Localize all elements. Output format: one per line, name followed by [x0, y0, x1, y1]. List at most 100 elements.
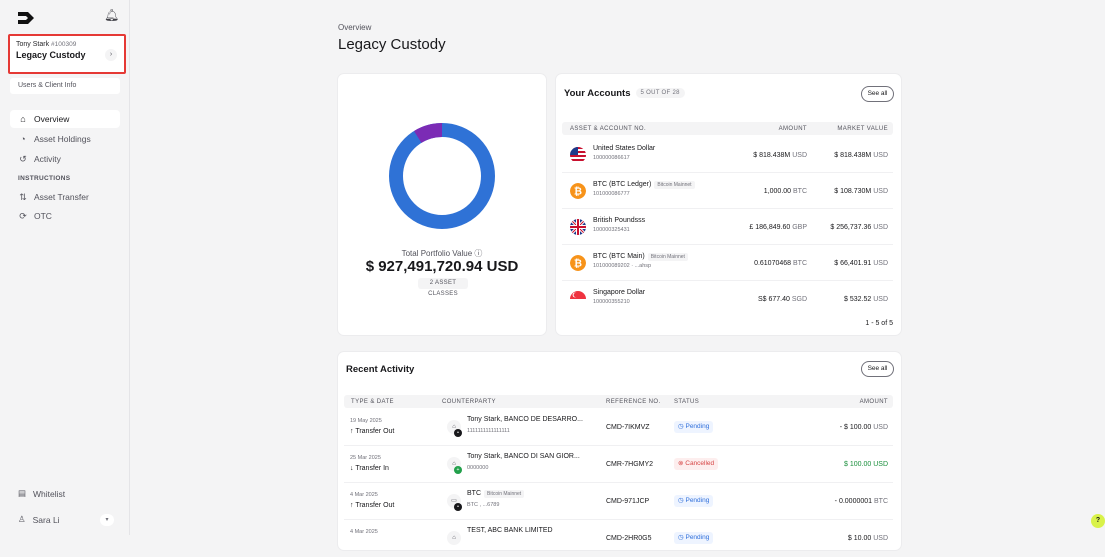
sidebar-item-label: Activity: [34, 154, 61, 164]
activity-date: 4 Mar 2025: [350, 529, 378, 535]
activity-row[interactable]: 4 Mar 2025 ↑ Transfer Out ▭ • BTC Bitcoin…: [344, 483, 893, 520]
activity-type: ↓ Transfer In: [350, 465, 389, 472]
counterparty-account: 1111111111111111: [467, 428, 510, 434]
us-flag-icon: [570, 147, 586, 163]
accounts-card: Your Accounts 5 OUT OF 28 See all ASSET &…: [555, 73, 902, 336]
account-row[interactable]: Singapore Dollar 100000355210 S$ 677.40 …: [562, 281, 893, 317]
sidebar: 🔔︎ Tony Stark #100309 Legacy Custody › U…: [0, 0, 130, 535]
chevron-right-icon[interactable]: ›: [105, 49, 117, 61]
status-badge: ◷ Pending: [674, 495, 714, 507]
sidebar-item-activity[interactable]: ↺ Activity: [10, 150, 120, 168]
counterparty-name: TEST, ABC BANK LIMITED: [467, 527, 553, 534]
col-amount: AMOUNT: [778, 126, 807, 132]
user-name: Sara Li: [32, 514, 60, 525]
status-dot-icon: •: [454, 503, 462, 511]
status-dot-icon: +: [454, 466, 462, 474]
status-dot-icon: •: [454, 429, 462, 437]
status-badge: ⊗ Cancelled: [674, 458, 719, 470]
client-switcher[interactable]: Tony Stark #100309 Legacy Custody ›: [8, 34, 126, 74]
network-badge: Bitcoin Mainnet: [647, 253, 688, 261]
activity-amount: $ 100.00 USD: [844, 461, 888, 468]
donut-segment-primary: [389, 123, 495, 229]
pie-icon: ◔: [20, 134, 26, 144]
activity-date: 4 Mar 2025: [350, 492, 378, 498]
logo-icon[interactable]: [16, 10, 36, 26]
col-amount: AMOUNT: [859, 399, 888, 405]
account-row[interactable]: United States Dollar 100000086617 $ 818.…: [562, 137, 893, 173]
portfolio-card: Total Portfolio Value ⓘ $ 927,491,720.94…: [337, 73, 547, 336]
account-market-value: $ 256,737.36 USD: [830, 224, 888, 231]
client-name: Tony Stark: [16, 41, 50, 48]
help-icon[interactable]: ?: [1091, 514, 1105, 528]
account-market-value: $ 532.52 USD: [844, 296, 888, 303]
reference-no: CMD-971JCP: [606, 498, 650, 505]
account-name: BTC (BTC Ledger) Bitcoin Mainnet: [593, 181, 695, 189]
account-number: 100000325431: [593, 227, 630, 233]
counterparty-name: BTC Bitcoin Mainnet: [467, 490, 525, 498]
account-amount: $ 818.438M USD: [753, 152, 807, 159]
account-amount: 0.61070468 BTC: [754, 260, 807, 267]
counterparty-account: 0000000: [467, 465, 489, 471]
user-menu[interactable]: ♙ Sara Li ▾: [10, 512, 120, 527]
reference-no: CMD-7IKMVZ: [606, 424, 650, 431]
activity-row[interactable]: 19 May 2025 ↑ Transfer Out ⌂ • Tony Star…: [344, 409, 893, 446]
recent-activity-card: Recent Activity See all TYPE & DATE COUN…: [337, 351, 902, 551]
bell-icon[interactable]: 🔔︎: [104, 8, 119, 22]
activity-row[interactable]: 4 Mar 2025 ⌂ TEST, ABC BANK LIMITED CMD-…: [344, 520, 893, 557]
account-market-value: $ 66,401.91 USD: [834, 260, 888, 267]
activity-see-all-button[interactable]: See all: [861, 361, 894, 377]
account-row[interactable]: ₿ BTC (BTC Main) Bitcoin Mainnet 10100008…: [562, 245, 893, 281]
client-id: #100309: [51, 41, 77, 48]
account-amount: S$ 677.40 SGD: [757, 296, 807, 303]
col-asset: ASSET & ACCOUNT NO.: [570, 126, 647, 132]
user-icon: ♙: [18, 514, 26, 524]
recent-activity-title: Recent Activity: [346, 364, 415, 375]
svg-text:₿: ₿: [574, 258, 582, 270]
sidebar-item-asset-holdings[interactable]: ◔ Asset Holdings: [10, 130, 120, 148]
account-name: Singapore Dollar: [593, 289, 646, 296]
transfer-icon: ⇅: [19, 191, 27, 202]
account-amount: 1,000.00 BTC: [763, 188, 807, 195]
sidebar-item-otc[interactable]: ⟳ OTC: [10, 207, 120, 225]
account-market-value: $ 818.438M USD: [834, 152, 888, 159]
account-row[interactable]: ₿ BTC (BTC Ledger) Bitcoin Mainnet 101000…: [562, 173, 893, 209]
sidebar-item-asset-transfer[interactable]: ⇅ Asset Transfer: [10, 188, 120, 206]
col-type-date: TYPE & DATE: [351, 399, 394, 405]
breadcrumb[interactable]: Overview: [338, 23, 371, 32]
accounts-see-all-button[interactable]: See all: [861, 86, 894, 102]
network-badge: Bitcoin Mainnet: [484, 490, 525, 498]
sidebar-item-overview[interactable]: ⌂ Overview: [10, 110, 120, 128]
info-icon[interactable]: ⓘ: [474, 249, 482, 258]
total-portfolio-value: $ 927,491,720.94 USD: [365, 258, 519, 275]
accounts-count-badge: 5 OUT OF 28: [635, 88, 685, 99]
history-icon: ↺: [19, 153, 27, 164]
chevron-down-icon[interactable]: ▾: [100, 514, 114, 526]
portfolio-donut-chart: [389, 123, 495, 229]
activity-amount: - $ 100.00 USD: [839, 424, 888, 431]
sg-flag-icon: [570, 291, 586, 307]
account-number: 101000086777: [593, 191, 630, 197]
activity-date: 19 May 2025: [350, 418, 382, 424]
account-number: 100000355210: [593, 299, 630, 305]
account-number: 101000089202 · ...ahsp: [593, 263, 652, 269]
list-icon: ▤: [18, 488, 27, 498]
bitcoin-icon: ₿: [570, 255, 586, 271]
accounts-title: Your Accounts 5 OUT OF 28: [564, 88, 685, 99]
account-row[interactable]: British Poundsss 100000325431 £ 186,849.…: [562, 209, 893, 245]
counterparty-name: Tony Stark, BANCO DE DESARRO...: [467, 416, 583, 423]
users-client-info-link[interactable]: Users & Client Info: [10, 78, 120, 94]
uk-flag-icon: [570, 219, 586, 235]
activity-row[interactable]: 25 Mar 2025 ↓ Transfer In ⌂ + Tony Stark…: [344, 446, 893, 483]
sidebar-item-label: Asset Transfer: [34, 192, 89, 202]
sidebar-item-whitelist[interactable]: ▤ Whitelist: [10, 486, 73, 501]
account-name: United States Dollar: [593, 145, 656, 152]
account-name: BTC (BTC Main) Bitcoin Mainnet: [593, 253, 688, 261]
col-status: STATUS: [674, 399, 700, 405]
activity-table-header: TYPE & DATE COUNTERPARTY REFERENCE NO. S…: [344, 395, 893, 408]
counterparty-account: BTC , ...6789: [467, 502, 500, 508]
client-title: Legacy Custody: [16, 50, 86, 60]
counterparty-name: Tony Stark, BANCO DI SAN GIOR...: [467, 453, 580, 460]
page-title: Legacy Custody: [338, 36, 446, 53]
col-counterparty: COUNTERPARTY: [442, 399, 496, 405]
account-name: British Poundsss: [593, 217, 646, 224]
